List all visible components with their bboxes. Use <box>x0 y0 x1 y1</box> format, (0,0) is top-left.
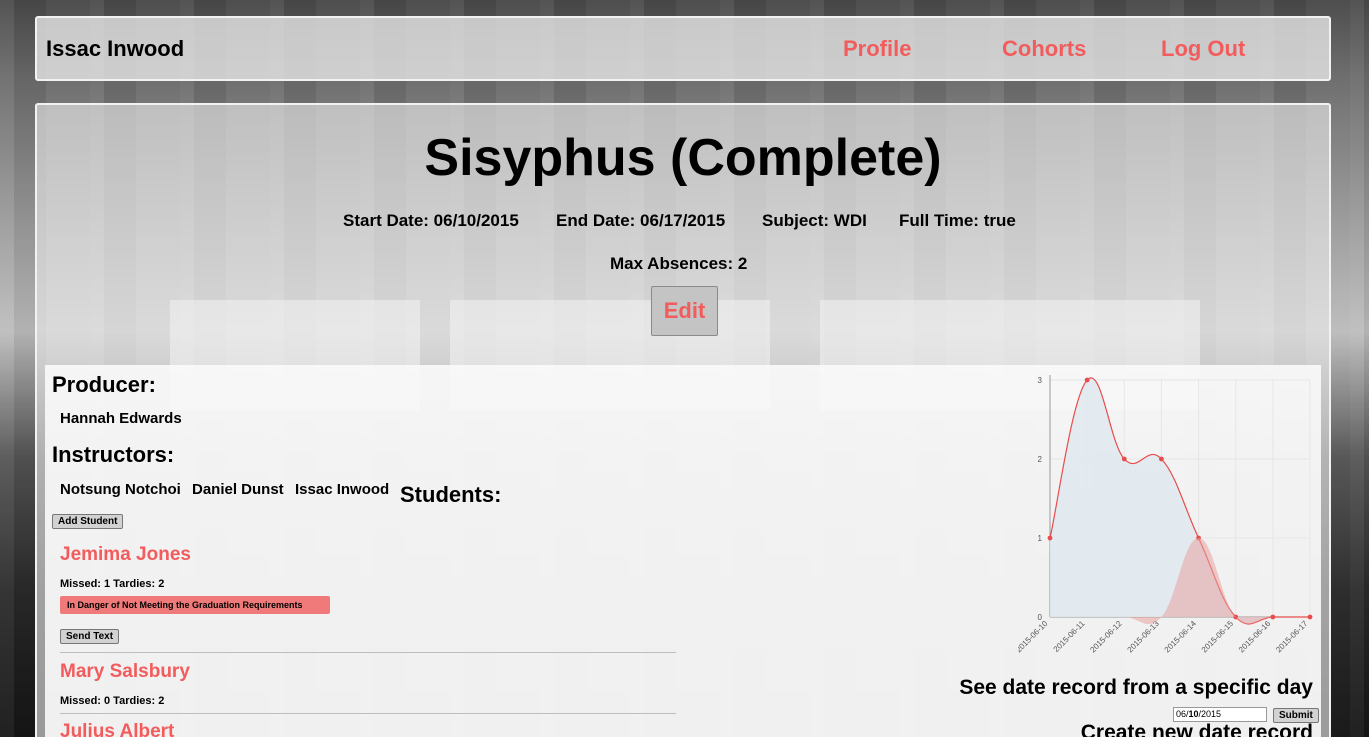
x-tick-label: 2015-06-14 <box>1163 619 1199 655</box>
x-tick-label: 2015-06-16 <box>1237 619 1273 655</box>
create-record-heading: Create new date record <box>1080 721 1313 737</box>
x-tick-label: 2015-06-17 <box>1274 619 1310 655</box>
cohort-content: Producer: Hannah Edwards Instructors: No… <box>45 365 1321 737</box>
date-input-day: 10 <box>1188 709 1199 719</box>
divider <box>60 713 676 714</box>
producer-name: Hannah Edwards <box>60 410 182 427</box>
student-name-link[interactable]: Jemima Jones <box>60 544 191 566</box>
subject: Subject: WDI <box>762 211 867 230</box>
divider <box>60 652 676 653</box>
date-input-month: 06/ <box>1176 709 1189 719</box>
send-text-button[interactable]: Send Text <box>60 629 120 644</box>
students-heading: Students: <box>400 482 502 507</box>
instructor-name: Issac Inwood <box>295 481 390 498</box>
student-stats: Missed: 0 Tardies: 2 <box>60 695 165 707</box>
attendance-chart: 01232015-06-10 2015-06-11 2015-06-12 2015-0… <box>1018 375 1313 655</box>
y-tick-label: 1 <box>1038 534 1043 543</box>
x-tick-label: 2015-06-13 <box>1126 619 1162 655</box>
data-point <box>1047 535 1053 541</box>
y-tick-label: 3 <box>1038 376 1043 385</box>
instructor-name: Daniel Dunst <box>192 481 284 498</box>
instructor-name: Notsung Notchoi <box>60 481 181 498</box>
data-point <box>1121 456 1127 462</box>
nav-cohorts-link[interactable]: Cohorts <box>1002 36 1086 62</box>
danger-alert: In Danger of Not Meeting the Graduation … <box>60 596 330 614</box>
edit-button[interactable]: Edit <box>651 286 718 336</box>
x-tick-label: 2015-06-10 <box>1018 619 1050 655</box>
student-name-link[interactable]: Mary Salsbury <box>60 661 190 683</box>
student-stats: Missed: 1 Tardies: 2 <box>60 578 165 590</box>
date-input-year: /2015 <box>1198 709 1222 719</box>
navbar: Issac Inwood Profile Cohorts Log Out <box>35 16 1331 81</box>
date-record-heading: See date record from a specific day <box>959 676 1313 699</box>
instructors-heading: Instructors: <box>52 442 175 467</box>
y-tick-label: 2 <box>1038 455 1043 464</box>
x-tick-label: 2015-06-12 <box>1088 619 1124 655</box>
x-tick-label: 2015-06-11 <box>1052 619 1087 654</box>
brand[interactable]: Issac Inwood <box>46 36 184 62</box>
nav-logout-link[interactable]: Log Out <box>1161 36 1245 62</box>
add-student-button[interactable]: Add Student <box>52 514 124 529</box>
cohort-title: Sisyphus (Complete) <box>424 129 942 187</box>
data-point <box>1159 456 1164 462</box>
data-point <box>1084 377 1090 383</box>
x-tick-label: 2015-06-15 <box>1200 619 1236 655</box>
nav-profile-link[interactable]: Profile <box>843 36 911 62</box>
start-date: Start Date: 06/10/2015 <box>343 211 519 230</box>
producer-heading: Producer: <box>52 372 156 397</box>
end-date: End Date: 06/17/2015 <box>556 211 726 230</box>
max-absences: Max Absences: 2 <box>610 254 748 273</box>
full-time: Full Time: true <box>899 211 1016 230</box>
date-input[interactable]: 06/10/2015 <box>1173 707 1267 722</box>
student-name-link[interactable]: Julius Albert <box>60 721 174 737</box>
